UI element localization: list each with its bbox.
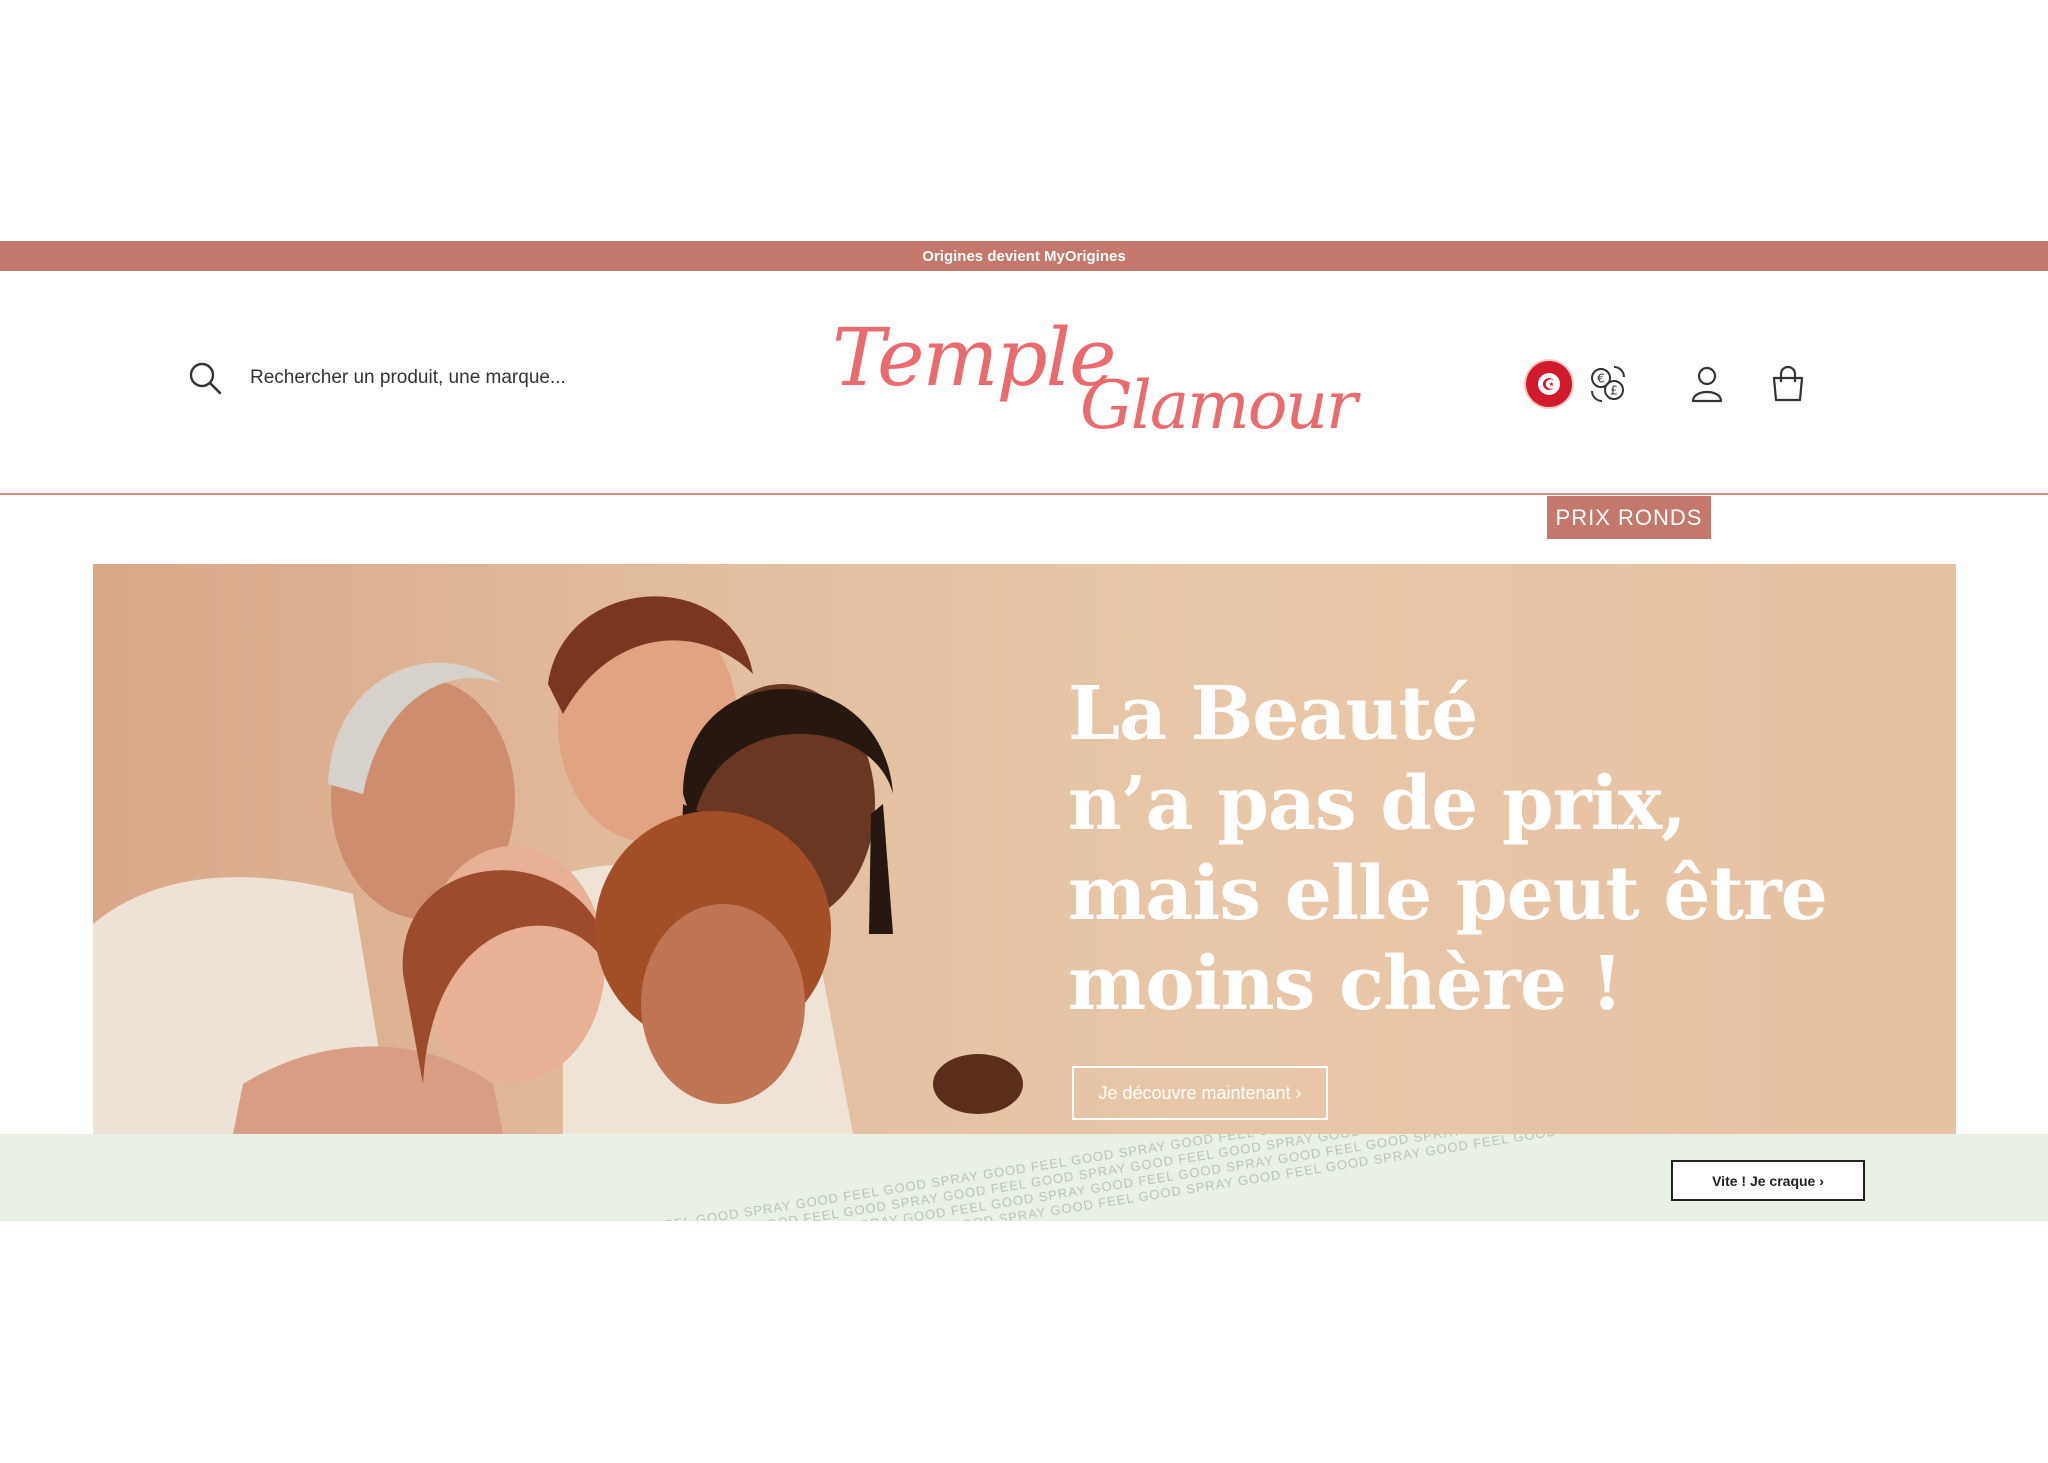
shopping-bag-icon[interactable] — [1770, 365, 1806, 403]
svg-text:€: € — [1597, 372, 1605, 386]
hero-headline: La Beauté n’a pas de prix, mais elle peu… — [1068, 669, 1928, 1029]
header-divider — [0, 493, 2048, 495]
headline-line-1: La Beauté — [1068, 671, 1478, 757]
currency-exchange-icon[interactable]: € £ — [1588, 364, 1628, 404]
logo-line1: Temple — [832, 311, 1116, 404]
site-header: Temple Glamour € £ — [0, 271, 2048, 494]
headline-line-3: mais elle peut être — [1068, 851, 1828, 937]
strip-cta-button[interactable]: Vite ! Je craque › — [1671, 1160, 1865, 1201]
tunisia-flag-icon[interactable] — [1526, 361, 1572, 407]
user-icon[interactable] — [1690, 365, 1724, 403]
announcement-text: Origines devient MyOrigines — [922, 247, 1126, 265]
site-logo[interactable]: Temple Glamour — [820, 311, 1358, 481]
search-icon[interactable] — [188, 361, 222, 395]
header-actions: € £ — [1526, 361, 1806, 407]
promo-tab-label: PRIX RONDS — [1555, 504, 1703, 530]
search-input[interactable] — [248, 366, 612, 390]
headline-line-4: moins chère ! — [1068, 941, 1623, 1027]
logo-line2: Glamour — [1080, 367, 1358, 444]
search-bar[interactable] — [188, 361, 612, 395]
announcement-bar: Origines devient MyOrigines — [0, 241, 2048, 271]
discover-button[interactable]: Je découvre maintenant › — [1072, 1066, 1328, 1120]
hero-photo — [93, 596, 1023, 1134]
promo-tab[interactable]: PRIX RONDS — [1547, 496, 1711, 539]
svg-text:£: £ — [1610, 384, 1618, 398]
hero-banner[interactable]: La Beauté n’a pas de prix, mais elle peu… — [93, 564, 1956, 1134]
headline-line-2: n’a pas de prix, — [1068, 761, 1687, 847]
